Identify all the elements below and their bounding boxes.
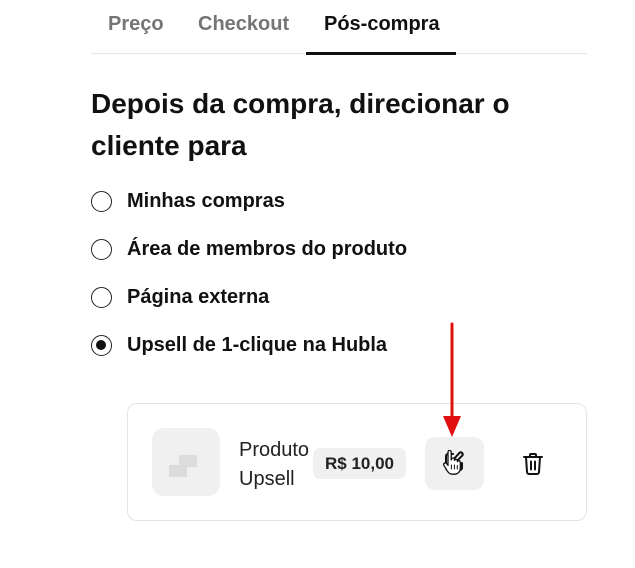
tab-preco[interactable]: Preço [108, 0, 164, 54]
radio-button[interactable] [91, 238, 112, 260]
annotation-arrow [443, 322, 461, 437]
radio-option-upsell-1-clique[interactable]: Upsell de 1-clique na Hubla [91, 332, 387, 358]
radio-option-label: Página externa [127, 285, 270, 308]
product-name: Produto Upsell [239, 439, 310, 490]
radio-button-selected[interactable] [91, 334, 112, 356]
product-placeholder-icon [169, 455, 197, 477]
product-thumbnail [152, 428, 220, 496]
tab-pos-compra[interactable]: Pós-compra [306, 0, 456, 55]
radio-option-minhas-compras[interactable]: Minhas compras [91, 188, 285, 214]
radio-button[interactable] [91, 190, 112, 212]
radio-option-label: Área de membros do produto [127, 237, 408, 260]
hand-pointer-icon [443, 450, 461, 475]
upsell-product-card: Produto Upsell R$ 10,00 [127, 403, 587, 521]
trash-icon [523, 453, 543, 475]
tab-label: Checkout [198, 13, 290, 35]
tab-checkout[interactable]: Checkout [198, 0, 290, 54]
post-purchase-page: Preço Checkout Pós-compra Depois da comp… [0, 0, 635, 568]
tab-bar: Preço Checkout Pós-compra [91, 0, 587, 55]
radio-button[interactable] [91, 286, 112, 308]
delete-button[interactable] [513, 437, 553, 490]
section-heading: Depois da compra, direcionar o cliente p… [91, 88, 510, 161]
edit-button[interactable] [425, 437, 484, 490]
radio-option-pagina-externa[interactable]: Página externa [91, 284, 269, 310]
radio-option-label: Minhas compras [127, 189, 285, 212]
price-badge: R$ 10,00 [313, 448, 406, 479]
radio-option-label: Upsell de 1-clique na Hubla [127, 333, 388, 356]
tab-label: Preço [108, 13, 164, 35]
tab-label: Pós-compra [324, 13, 440, 35]
radio-option-area-de-membros[interactable]: Área de membros do produto [91, 236, 407, 262]
